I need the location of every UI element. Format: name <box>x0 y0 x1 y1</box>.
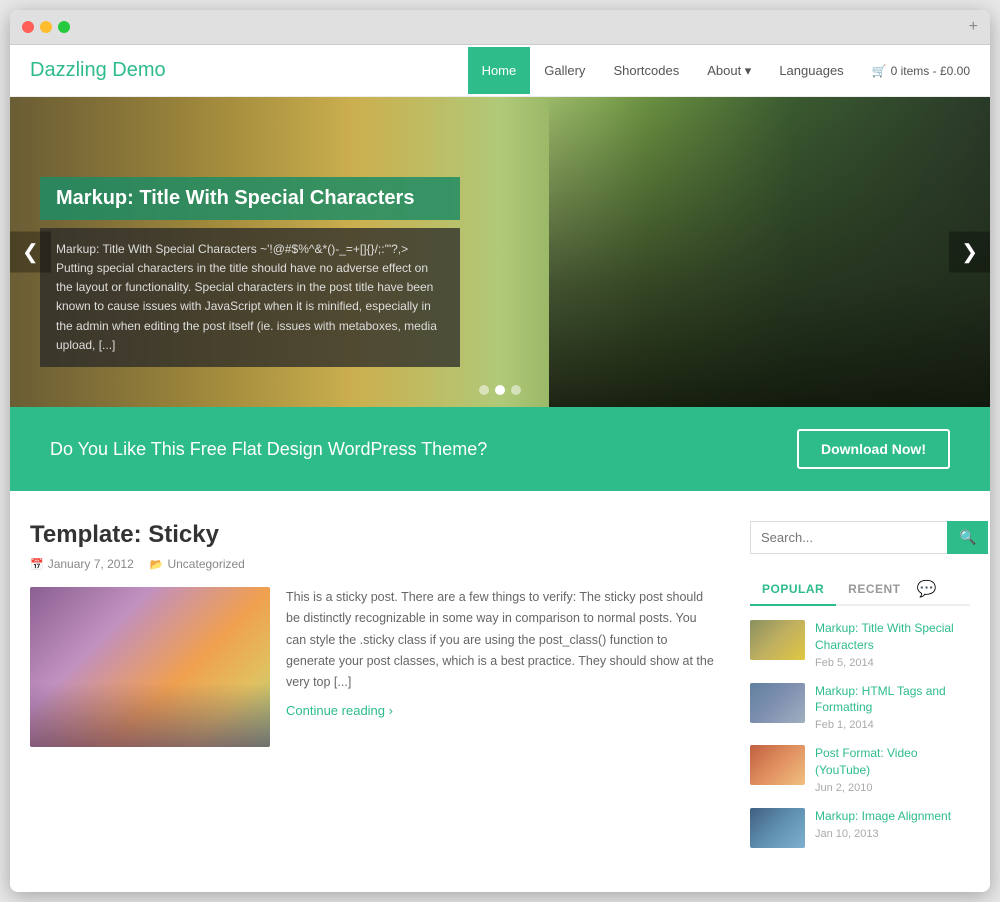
slider-next-button[interactable]: ❯ <box>949 232 990 273</box>
nav-item-home[interactable]: Home <box>468 47 531 94</box>
sidebar-post-2: Markup: HTML Tags and Formatting Feb 1, … <box>750 683 970 732</box>
hero-content: Markup: Title With Special Characters Ma… <box>40 177 460 367</box>
maximize-button[interactable] <box>58 21 70 33</box>
slider-dot-1[interactable] <box>479 385 489 395</box>
hero-title-box: Markup: Title With Special Characters <box>40 177 460 220</box>
close-button[interactable] <box>22 21 34 33</box>
sidebar-post-info-3: Post Format: Video (YouTube) Jun 2, 2010 <box>815 745 970 794</box>
sidebar-post-3: Post Format: Video (YouTube) Jun 2, 2010 <box>750 745 970 794</box>
nav-menu: Home Gallery Shortcodes About Languages <box>468 47 858 95</box>
sidebar-post-title-4[interactable]: Markup: Image Alignment <box>815 808 970 825</box>
slider-prev-button[interactable]: ❮ <box>10 232 51 273</box>
cta-text: Do You Like This Free Flat Design WordPr… <box>50 439 487 460</box>
blog-area: Template: Sticky 📅 January 7, 2012 📂 Unc… <box>30 521 720 862</box>
nav-link-languages[interactable]: Languages <box>765 47 857 94</box>
sidebar-thumb-2 <box>750 683 805 723</box>
slider-dot-2[interactable] <box>495 385 505 395</box>
search-input[interactable] <box>750 521 947 554</box>
sidebar-post-title-3[interactable]: Post Format: Video (YouTube) <box>815 745 970 779</box>
nav-item-languages[interactable]: Languages <box>765 47 857 94</box>
nav-item-shortcodes[interactable]: Shortcodes <box>599 47 693 94</box>
slider-dots <box>479 385 521 395</box>
slider-dot-3[interactable] <box>511 385 521 395</box>
sidebar-post-date-3: Jun 2, 2010 <box>815 782 970 794</box>
sidebar-post-title-2[interactable]: Markup: HTML Tags and Formatting <box>815 683 970 717</box>
sidebar-post-title-1[interactable]: Markup: Title With Special Characters <box>815 620 970 654</box>
nav-link-shortcodes[interactable]: Shortcodes <box>599 47 693 94</box>
blog-post: Template: Sticky 📅 January 7, 2012 📂 Unc… <box>30 521 720 747</box>
nav-item-gallery[interactable]: Gallery <box>530 47 599 94</box>
cart-count: 0 items - £0.00 <box>891 64 970 78</box>
calendar-icon: 📅 <box>30 558 44 571</box>
browser-chrome: + <box>10 10 990 45</box>
post-body: This is a sticky post. There are a few t… <box>30 587 720 747</box>
post-date: 📅 January 7, 2012 <box>30 557 134 571</box>
sidebar: 🔍 POPULAR RECENT 💬 Markup: Title With Sp… <box>750 521 970 862</box>
post-category: 📂 Uncategorized <box>150 557 245 571</box>
post-date-text: January 7, 2012 <box>48 557 134 571</box>
sidebar-tabs: POPULAR RECENT 💬 <box>750 574 970 606</box>
search-button[interactable]: 🔍 <box>947 521 988 554</box>
hero-slider: Markup: Title With Special Characters Ma… <box>10 97 990 407</box>
post-meta: 📅 January 7, 2012 📂 Uncategorized <box>30 557 720 571</box>
sidebar-post-info-1: Markup: Title With Special Characters Fe… <box>815 620 970 669</box>
sidebar-post-1: Markup: Title With Special Characters Fe… <box>750 620 970 669</box>
tab-recent[interactable]: RECENT <box>836 574 912 604</box>
site-logo[interactable]: Dazzling Demo <box>30 59 468 82</box>
nav-link-gallery[interactable]: Gallery <box>530 47 599 94</box>
cta-banner: Do You Like This Free Flat Design WordPr… <box>10 407 990 491</box>
sidebar-thumb-3 <box>750 745 805 785</box>
sidebar-post-date-4: Jan 10, 2013 <box>815 828 970 840</box>
nav-link-about[interactable]: About <box>693 47 765 95</box>
minimize-button[interactable] <box>40 21 52 33</box>
chat-icon: 💬 <box>917 579 937 599</box>
new-tab-icon[interactable]: + <box>969 18 978 36</box>
hero-title: Markup: Title With Special Characters <box>56 187 444 210</box>
cart-icon-area[interactable]: 🛒 0 items - £0.00 <box>858 64 970 78</box>
continue-reading-link[interactable]: Continue reading <box>286 703 393 718</box>
hero-text-box: Markup: Title With Special Characters ~'… <box>40 228 460 367</box>
sidebar-thumb-1 <box>750 620 805 660</box>
post-thumbnail <box>30 587 270 747</box>
sidebar-post-info-4: Markup: Image Alignment Jan 10, 2013 <box>815 808 970 840</box>
search-box: 🔍 <box>750 521 970 554</box>
post-title: Template: Sticky <box>30 521 720 549</box>
sidebar-post-info-2: Markup: HTML Tags and Formatting Feb 1, … <box>815 683 970 732</box>
shopping-cart-icon: 🛒 <box>872 64 887 78</box>
tab-popular[interactable]: POPULAR <box>750 574 836 606</box>
nav-item-about[interactable]: About <box>693 47 765 95</box>
download-now-button[interactable]: Download Now! <box>797 429 950 469</box>
main-content: Template: Sticky 📅 January 7, 2012 📂 Unc… <box>10 491 990 892</box>
post-category-text: Uncategorized <box>167 557 244 571</box>
site-header: Dazzling Demo Home Gallery Shortcodes Ab… <box>10 45 990 97</box>
browser-window: + Dazzling Demo Home Gallery Shortcodes … <box>10 10 990 892</box>
post-excerpt-area: This is a sticky post. There are a few t… <box>286 587 720 747</box>
folder-icon: 📂 <box>150 558 164 571</box>
sidebar-post-date-2: Feb 1, 2014 <box>815 719 970 731</box>
nav-link-home[interactable]: Home <box>468 47 531 94</box>
post-excerpt: This is a sticky post. There are a few t… <box>286 587 720 693</box>
hero-text: Markup: Title With Special Characters ~'… <box>56 240 444 355</box>
sidebar-post-date-1: Feb 5, 2014 <box>815 657 970 669</box>
